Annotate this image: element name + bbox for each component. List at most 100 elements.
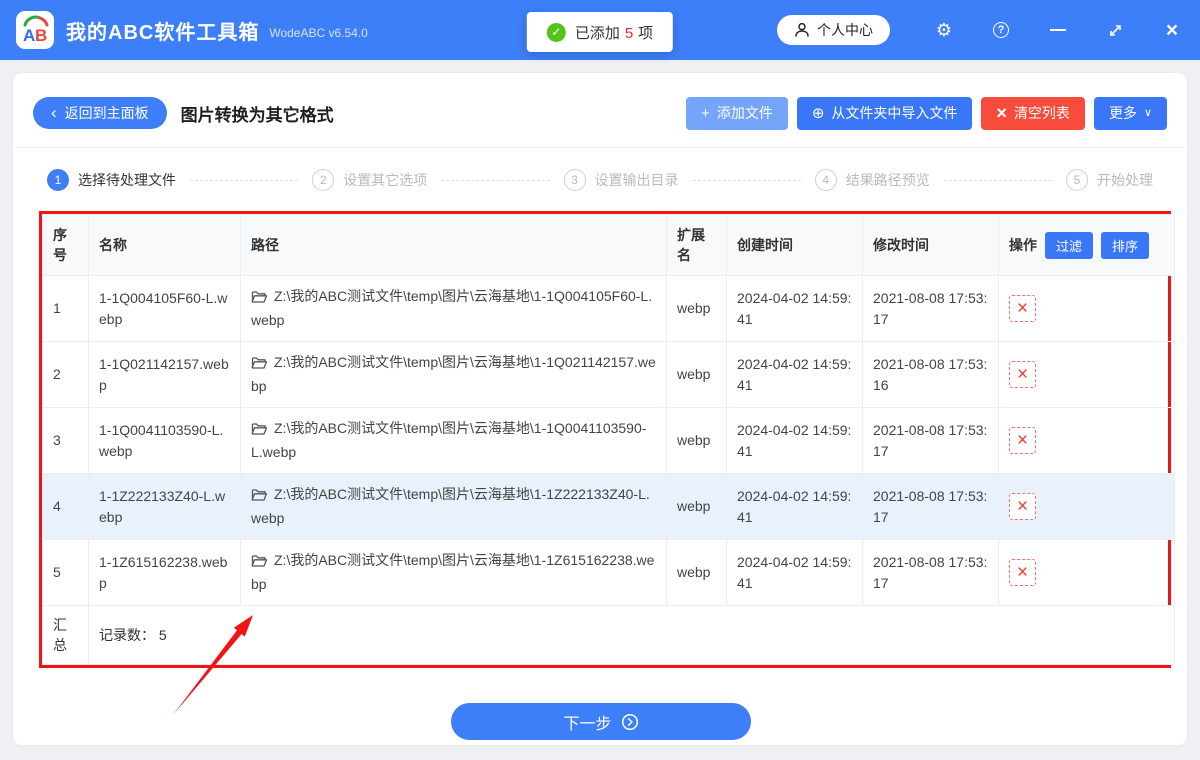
- step-label: 选择待处理文件: [78, 172, 176, 188]
- person-icon: [795, 22, 809, 37]
- minimize-icon[interactable]: [1048, 20, 1068, 40]
- cell-index: 5: [42, 539, 89, 606]
- folder-open-icon: [251, 489, 268, 501]
- table-header-row: 序号 名称 路径 扩展名 创建时间 修改时间 操作 过滤 排序: [42, 214, 1175, 276]
- back-button-label: 返回到主面板: [64, 105, 149, 121]
- table-row[interactable]: 1 1-1Q004105F60-L.webp Z:\我的ABC测试文件\temp\图…: [42, 275, 1175, 342]
- cell-created: 2024-04-02 14:59:41: [726, 407, 863, 474]
- import-from-folder-button[interactable]: ⊕ 从文件夹中导入文件: [796, 96, 973, 130]
- more-button[interactable]: 更多 ∨: [1093, 96, 1167, 130]
- cell-actions: ×: [998, 407, 1175, 474]
- app-logo-icon: A B: [16, 11, 54, 49]
- import-folder-label: 从文件夹中导入文件: [831, 105, 958, 121]
- step-4: 4 结果路径预览: [814, 169, 930, 191]
- close-icon[interactable]: ×: [1162, 20, 1182, 41]
- header-name: 名称: [88, 214, 241, 276]
- folder-open-icon: [251, 555, 268, 567]
- cell-actions: ×: [998, 473, 1175, 540]
- toolbar: ‹ 返回到主面板 图片转换为其它格式 + 添加文件 ⊕ 从文件夹中导入文件 × …: [33, 95, 1167, 131]
- cell-ext: webp: [666, 407, 727, 474]
- clear-list-button[interactable]: × 清空列表: [981, 96, 1085, 130]
- cell-path: Z:\我的ABC测试文件\temp\图片\云海基地\1-1Z615162238.…: [240, 539, 667, 606]
- cell-ext: webp: [666, 539, 727, 606]
- step-5: 5 开始处理: [1066, 169, 1153, 191]
- added-count: 5: [624, 24, 634, 42]
- profile-center-label: 个人中心: [817, 22, 873, 38]
- remove-file-button[interactable]: ×: [1009, 295, 1036, 322]
- step-indicator: 1 选择待处理文件 2 设置其它选项 3 设置输出目录 4 结果路径预览 5 开始处理: [47, 167, 1153, 193]
- filter-button[interactable]: 过滤: [1045, 231, 1094, 259]
- cell-index: 4: [42, 473, 89, 540]
- folder-icon: [251, 289, 268, 310]
- summary-label: 汇总: [42, 605, 89, 665]
- actions-label: 操作: [1009, 237, 1037, 253]
- remove-file-button[interactable]: ×: [1009, 361, 1036, 388]
- check-circle-icon: ✓: [546, 22, 566, 42]
- added-badge-text: 已添加 5 项: [574, 24, 654, 42]
- step-1: 1 选择待处理文件: [47, 169, 176, 191]
- cell-path: Z:\我的ABC测试文件\temp\图片\云海基地\1-1Q021142157.…: [240, 341, 667, 408]
- step-number: 1: [47, 169, 69, 191]
- x-icon: ×: [996, 103, 1007, 123]
- header-modified: 修改时间: [862, 214, 999, 276]
- header-ext: 扩展名: [666, 214, 727, 276]
- page-title: 图片转换为其它格式: [180, 105, 334, 125]
- cell-created: 2024-04-02 14:59:41: [726, 539, 863, 606]
- chevron-left-icon: ‹: [51, 103, 57, 122]
- add-files-label: 添加文件: [716, 105, 773, 121]
- remove-file-button[interactable]: ×: [1009, 493, 1036, 520]
- step-label: 开始处理: [1097, 172, 1153, 188]
- logo-letter-a: A: [23, 26, 35, 45]
- next-step-label: 下一步: [563, 715, 612, 733]
- circle-arrow-right-icon: [621, 713, 638, 730]
- step-connector: [190, 179, 299, 181]
- cell-name: 1-1Q004105F60-L.webp: [88, 275, 241, 342]
- app-version: WodeABC v6.54.0: [269, 26, 368, 40]
- folder-open-icon: [251, 423, 268, 435]
- added-items-badge: ✓ 已添加 5 项: [526, 12, 674, 52]
- main-card: ‹ 返回到主面板 图片转换为其它格式 + 添加文件 ⊕ 从文件夹中导入文件 × …: [12, 72, 1188, 746]
- cell-path: Z:\我的ABC测试文件\temp\图片\云海基地\1-1Z222133Z40-…: [240, 473, 667, 540]
- sort-button[interactable]: 排序: [1101, 231, 1150, 259]
- cell-name: 1-1Z615162238.webp: [88, 539, 241, 606]
- help-icon[interactable]: ?: [991, 20, 1011, 40]
- cell-actions: ×: [998, 341, 1175, 408]
- add-files-button[interactable]: + 添加文件: [686, 96, 788, 130]
- cell-name: 1-1Q0041103590-L.webp: [88, 407, 241, 474]
- plus-icon: +: [701, 104, 710, 122]
- cell-ext: webp: [666, 275, 727, 342]
- cell-path: Z:\我的ABC测试文件\temp\图片\云海基地\1-1Q004105F60-…: [240, 275, 667, 342]
- remove-file-button[interactable]: ×: [1009, 559, 1036, 586]
- table-row[interactable]: 4 1-1Z222133Z40-L.webp Z:\我的ABC测试文件\temp\图…: [42, 473, 1175, 540]
- cell-created: 2024-04-02 14:59:41: [726, 275, 863, 342]
- folder-icon: [251, 421, 268, 442]
- cell-index: 3: [42, 407, 89, 474]
- step-connector: [441, 179, 550, 181]
- file-table-body: 1 1-1Q004105F60-L.webp Z:\我的ABC测试文件\temp\图…: [42, 275, 1175, 606]
- folder-icon: [251, 355, 268, 376]
- folder-icon: [251, 487, 268, 508]
- maximize-icon[interactable]: [1105, 20, 1125, 40]
- step-label: 结果路径预览: [845, 172, 930, 188]
- cell-modified: 2021-08-08 17:53:17: [862, 275, 999, 342]
- header-path: 路径: [240, 214, 667, 276]
- remove-file-button[interactable]: ×: [1009, 427, 1036, 454]
- more-label: 更多: [1108, 105, 1137, 121]
- next-step-button[interactable]: 下一步: [451, 703, 751, 740]
- settings-gear-icon[interactable]: ⚙: [934, 20, 954, 40]
- file-table-annotation-box: 序号 名称 路径 扩展名 创建时间 修改时间 操作 过滤 排序 1 1-1Q00…: [39, 211, 1175, 668]
- file-table: 序号 名称 路径 扩展名 创建时间 修改时间 操作 过滤 排序 1 1-1Q00…: [42, 214, 1175, 665]
- cell-path: Z:\我的ABC测试文件\temp\图片\云海基地\1-1Q0041103590…: [240, 407, 667, 474]
- table-row[interactable]: 2 1-1Q021142157.webp Z:\我的ABC测试文件\temp\图片\…: [42, 341, 1175, 408]
- profile-center-button[interactable]: 个人中心: [777, 15, 890, 45]
- back-to-dashboard-button[interactable]: ‹ 返回到主面板: [33, 97, 167, 129]
- header-created: 创建时间: [726, 214, 863, 276]
- cell-created: 2024-04-02 14:59:41: [726, 473, 863, 540]
- cell-ext: webp: [666, 473, 727, 540]
- table-row[interactable]: 3 1-1Q0041103590-L.webp Z:\我的ABC测试文件\temp\…: [42, 407, 1175, 474]
- step-number: 2: [312, 169, 335, 191]
- cell-actions: ×: [998, 539, 1175, 606]
- step-3: 3 设置输出目录: [563, 169, 679, 191]
- summary-row: 汇总 记录数： 5: [42, 605, 1175, 665]
- table-row[interactable]: 5 1-1Z615162238.webp Z:\我的ABC测试文件\temp\图片\…: [42, 539, 1175, 606]
